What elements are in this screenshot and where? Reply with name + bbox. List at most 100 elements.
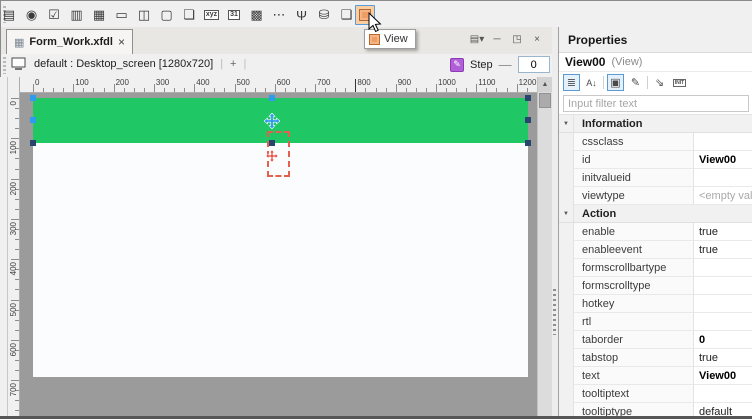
property-value[interactable] bbox=[694, 313, 752, 331]
ruler-label: 700 bbox=[317, 78, 330, 87]
property-value[interactable]: true bbox=[694, 241, 752, 259]
selected-object-row: View00 (View) bbox=[559, 53, 752, 72]
ruler-tick bbox=[245, 88, 246, 92]
ruler-tick bbox=[486, 88, 487, 92]
sort-categorized-button[interactable]: ≣ bbox=[563, 74, 580, 91]
property-value[interactable] bbox=[694, 277, 752, 295]
component-checkbox-button[interactable]: ☑ bbox=[44, 5, 64, 25]
row-gutter bbox=[559, 349, 574, 367]
property-value[interactable]: default bbox=[694, 403, 752, 417]
component-listbox-icon: ▥ bbox=[70, 7, 82, 23]
property-row-enable: enabletrue bbox=[559, 223, 752, 241]
ruler-tick bbox=[335, 88, 336, 92]
component-grid-button[interactable]: ▦ bbox=[89, 5, 109, 25]
row-gutter bbox=[559, 223, 574, 241]
resize-handle-middle-left[interactable] bbox=[30, 117, 36, 123]
component-textarea-icon: ▢ bbox=[160, 7, 172, 23]
property-value[interactable] bbox=[694, 385, 752, 403]
design-toolbar: default : Desktop_screen [1280x720] | + … bbox=[0, 54, 558, 77]
resize-handle-bottom-right[interactable] bbox=[525, 140, 531, 146]
resize-handle-bottom-center[interactable] bbox=[269, 140, 275, 146]
separator: | bbox=[243, 58, 246, 70]
tooltip-label: View bbox=[384, 33, 408, 45]
close-button[interactable]: × bbox=[530, 32, 544, 46]
component-dataset-button[interactable]: ⛁ bbox=[314, 5, 334, 25]
move-handle-icon[interactable] bbox=[264, 113, 280, 129]
sort-alphabetical-button[interactable]: A↓ bbox=[583, 74, 600, 91]
property-row-formscrollbartype: formscrollbartype bbox=[559, 259, 752, 277]
show-group-button[interactable]: ▣ bbox=[607, 74, 624, 91]
property-row-formscrolltype: formscrolltype bbox=[559, 277, 752, 295]
property-value[interactable]: 0 bbox=[694, 331, 752, 349]
row-gutter bbox=[559, 331, 574, 349]
property-value[interactable] bbox=[694, 169, 752, 187]
property-value[interactable]: View00 bbox=[694, 367, 752, 385]
ruler-tick bbox=[275, 84, 276, 92]
ruler-label: 1200 bbox=[519, 78, 537, 87]
ruler-tick bbox=[11, 300, 19, 301]
changed-properties-button[interactable]: ✎ bbox=[627, 74, 644, 91]
section-row-information[interactable]: ▼Information bbox=[559, 115, 752, 133]
component-maskedit-button[interactable]: xyz bbox=[202, 5, 222, 25]
component-listbox-button[interactable]: ▥ bbox=[67, 5, 87, 25]
add-screen-button[interactable]: + bbox=[230, 58, 236, 70]
component-combo-button[interactable]: ⋯ bbox=[269, 5, 289, 25]
ruler-tick bbox=[134, 88, 135, 92]
component-imageviewer-button[interactable]: ▩ bbox=[247, 5, 267, 25]
collapse-arrow-icon[interactable]: ▼ bbox=[559, 205, 574, 222]
component-plugin-button[interactable]: Ψ bbox=[292, 5, 312, 25]
property-name: formscrolltype bbox=[574, 277, 694, 295]
component-edit-button[interactable]: ▤ bbox=[0, 5, 19, 25]
scroll-up-icon[interactable]: ▲ bbox=[538, 77, 552, 92]
component-popupdiv-button[interactable]: ❏ bbox=[179, 5, 199, 25]
restore-button[interactable]: ◳ bbox=[510, 32, 524, 46]
resize-handle-top-left[interactable] bbox=[30, 95, 36, 101]
ruler-tick bbox=[63, 88, 64, 92]
resize-handle-middle-right[interactable] bbox=[525, 117, 531, 123]
step-value-input[interactable] bbox=[518, 56, 550, 73]
resize-handle-bottom-left[interactable] bbox=[30, 140, 36, 146]
ruler-label: 100 bbox=[75, 78, 88, 87]
property-name: enable bbox=[574, 223, 694, 241]
ruler-tick bbox=[174, 88, 175, 92]
property-value[interactable]: true bbox=[694, 223, 752, 241]
minimize-button[interactable]: ─ bbox=[490, 32, 504, 46]
tab-form-work[interactable]: ▦ Form_Work.xfdl × bbox=[6, 29, 133, 54]
init-properties-button[interactable]: INIT bbox=[671, 74, 688, 91]
property-value[interactable] bbox=[694, 133, 752, 151]
component-radiobutton-button[interactable]: ◉ bbox=[22, 5, 42, 25]
design-canvas[interactable] bbox=[20, 93, 537, 417]
component-div-button[interactable]: ◫ bbox=[134, 5, 154, 25]
collapse-arrow-icon[interactable]: ▼ bbox=[559, 115, 574, 132]
ruler-tick bbox=[144, 88, 145, 92]
property-transfer-button[interactable]: ⇘ bbox=[651, 74, 668, 91]
init-properties-icon: INIT bbox=[673, 79, 686, 87]
component-calendar-button[interactable]: 31 bbox=[224, 5, 244, 25]
ruler-tick bbox=[15, 128, 19, 129]
window-list-button[interactable]: ▤▾ bbox=[470, 32, 484, 46]
property-value[interactable] bbox=[694, 259, 752, 277]
tab-close-icon[interactable]: × bbox=[118, 35, 125, 49]
ruler-tick bbox=[365, 88, 366, 92]
property-value[interactable]: View00 bbox=[694, 151, 752, 169]
property-value[interactable]: <empty value> bbox=[694, 187, 752, 205]
ruler-label: 1100 bbox=[478, 78, 495, 87]
property-filter-input[interactable] bbox=[563, 95, 749, 112]
ruler-tick bbox=[325, 88, 326, 92]
component-textarea-button[interactable]: ▢ bbox=[157, 5, 177, 25]
component-tab-button[interactable]: ❑ bbox=[337, 5, 357, 25]
component-button-button[interactable]: ▭ bbox=[112, 5, 132, 25]
section-row-action[interactable]: ▼Action bbox=[559, 205, 752, 223]
resize-handle-top-right[interactable] bbox=[525, 95, 531, 101]
component-grid-icon: ▦ bbox=[93, 7, 105, 23]
property-grid: ▼InformationcssclassidView00initvalueidv… bbox=[559, 114, 752, 417]
step-decrease-button[interactable]: — bbox=[499, 57, 512, 72]
ruler-tick bbox=[204, 88, 205, 92]
ruler-tick bbox=[11, 179, 19, 180]
toolbar-grip[interactable] bbox=[3, 57, 6, 74]
scrollbar-thumb[interactable] bbox=[539, 93, 551, 108]
property-value[interactable] bbox=[694, 295, 752, 313]
canvas-vertical-scrollbar[interactable]: ▲ bbox=[537, 77, 552, 417]
resize-handle-top-center[interactable] bbox=[269, 95, 275, 101]
property-value[interactable]: true bbox=[694, 349, 752, 367]
